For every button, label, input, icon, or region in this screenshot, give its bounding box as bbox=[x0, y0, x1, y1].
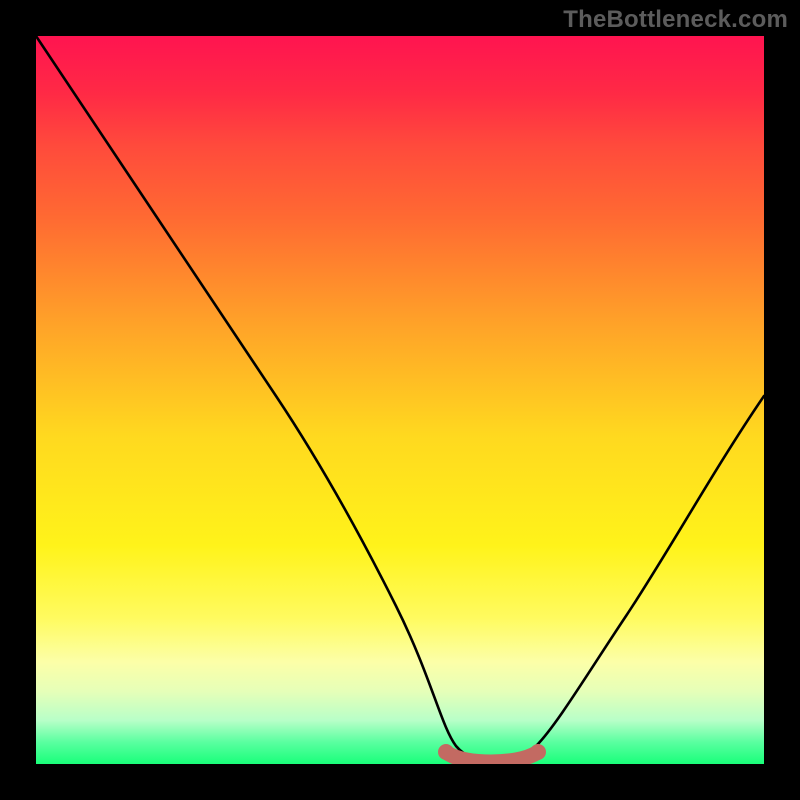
bottleneck-curve bbox=[36, 36, 764, 764]
trough-end-dot bbox=[530, 744, 546, 760]
trough-start-dot bbox=[438, 744, 454, 760]
trough-highlight bbox=[446, 752, 538, 762]
plot-area bbox=[36, 36, 764, 764]
curve-line bbox=[36, 36, 764, 762]
attribution-label: TheBottleneck.com bbox=[563, 6, 788, 34]
chart-frame: TheBottleneck.com bbox=[0, 0, 800, 800]
